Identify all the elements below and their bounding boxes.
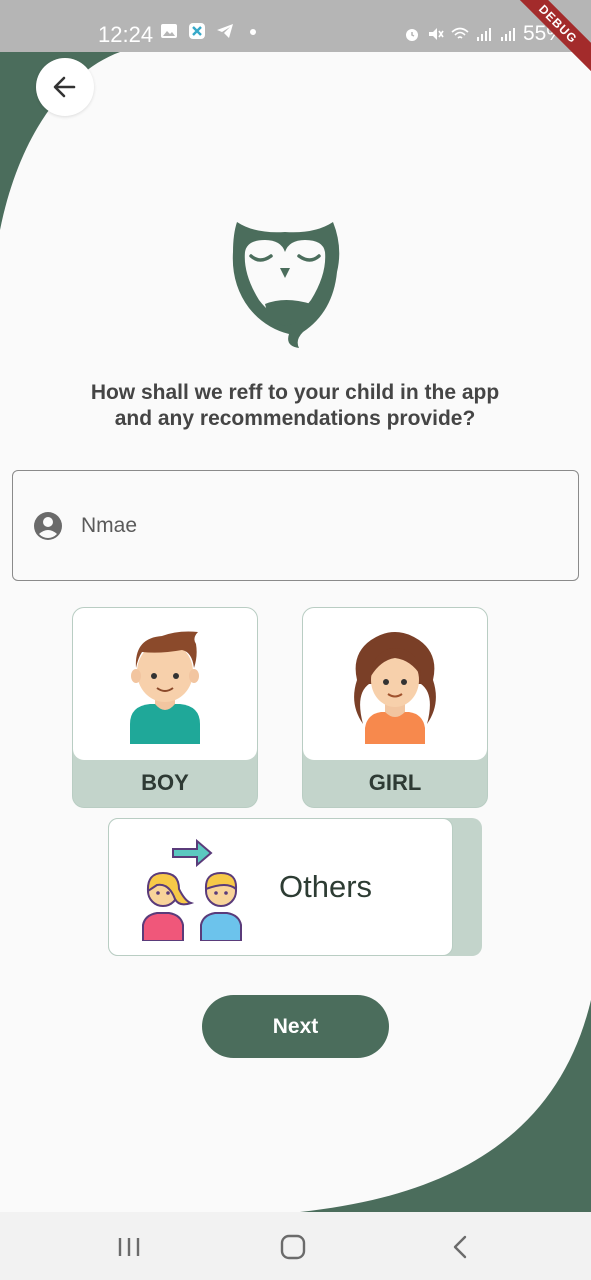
others-label: Others: [279, 869, 373, 904]
telegram-icon: [217, 24, 233, 38]
dot-icon: [250, 29, 256, 35]
back-icon[interactable]: [448, 1234, 474, 1260]
next-button[interactable]: Next: [202, 995, 389, 1058]
notification-icons: [160, 22, 262, 40]
others-card-inner: Others: [108, 818, 453, 956]
system-nav-bar: [0, 1212, 591, 1280]
signal-icon: [476, 28, 491, 41]
girl-avatar-icon: [354, 632, 436, 744]
alarm-icon: [405, 29, 418, 41]
name-input[interactable]: [81, 513, 521, 538]
others-option-card[interactable]: Others: [108, 818, 482, 956]
app-x-icon: [189, 23, 205, 39]
boy-option-card[interactable]: BOY: [72, 607, 258, 808]
status-time: 12:24: [98, 22, 154, 47]
girl-avatar-container: [303, 608, 487, 760]
account-circle-icon: [34, 511, 62, 540]
boy-avatar-container: [73, 608, 257, 760]
wifi-icon: [451, 27, 469, 39]
mute-icon: [428, 28, 444, 40]
question-text: How shall we reff to your child in the a…: [90, 381, 500, 430]
image-icon: [161, 24, 177, 38]
status-bar: 12:24 55% DEBUG: [0, 0, 591, 78]
arrow-left-icon: [53, 76, 76, 98]
gender-swap-illustration: [142, 838, 242, 941]
recent-apps-icon[interactable]: [116, 1234, 142, 1260]
boy-label: BOY: [141, 770, 189, 795]
owl-logo: [232, 222, 340, 348]
signal-icon-2: [500, 28, 515, 41]
girl-label: GIRL: [368, 770, 422, 795]
girl-option-card[interactable]: GIRL: [302, 607, 488, 808]
system-icons: 55%: [403, 22, 565, 46]
boy-avatar-icon: [130, 631, 200, 744]
name-field[interactable]: [12, 470, 579, 581]
home-icon[interactable]: [280, 1234, 306, 1260]
back-button[interactable]: [36, 58, 94, 116]
